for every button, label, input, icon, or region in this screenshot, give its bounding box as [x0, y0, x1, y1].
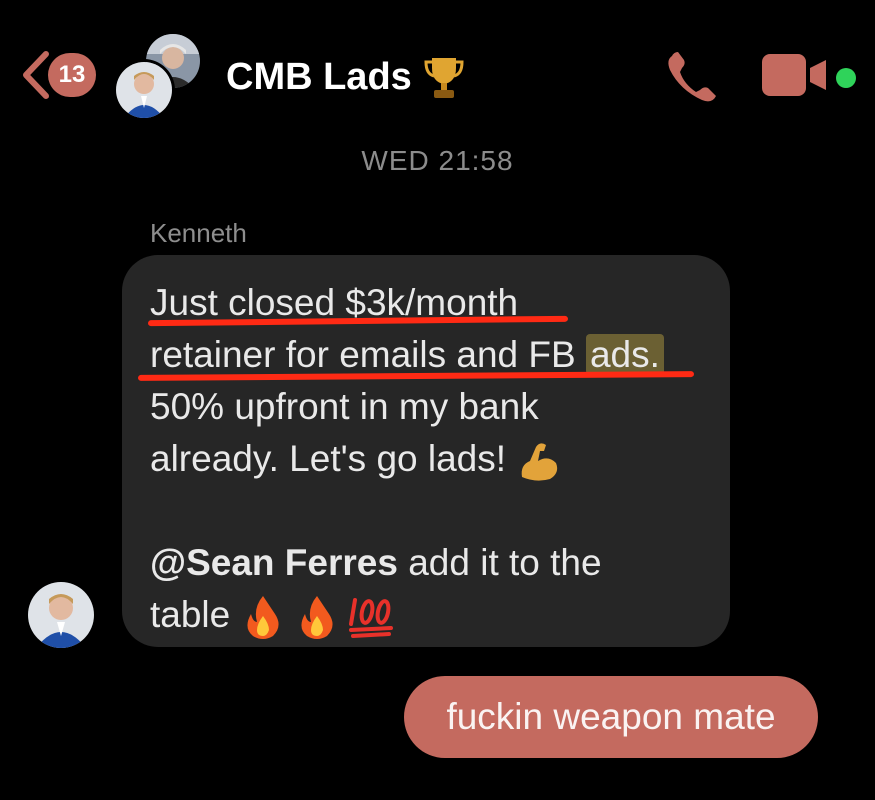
online-status-indicator: [836, 68, 856, 88]
sender-avatar[interactable]: [28, 582, 94, 648]
group-title[interactable]: CMB Lads: [226, 54, 466, 100]
message-line: table: [150, 589, 702, 641]
hundred-points-emoji-icon: [349, 598, 394, 639]
video-camera-icon: [762, 54, 826, 96]
back-chevron-icon: [23, 51, 49, 99]
user-mention[interactable]: @Sean Ferres: [150, 542, 398, 583]
message-timestamp: WED 21:58: [361, 145, 514, 176]
back-button[interactable]: 13: [18, 50, 96, 100]
unread-count-badge: 13: [48, 53, 96, 97]
phone-call-button[interactable]: [662, 50, 722, 111]
message-line: 50% upfront in my bank: [150, 386, 539, 427]
group-name: CMB Lads: [226, 55, 412, 98]
outgoing-message-text: fuckin weapon mate: [446, 696, 776, 737]
outgoing-message-bubble[interactable]: fuckin weapon mate: [404, 676, 818, 758]
message-line: already. Let's go lads!: [150, 433, 702, 485]
incoming-message-bubble[interactable]: Just closed $3k/month retainer for email…: [122, 255, 730, 647]
sender-name: Kenneth: [150, 218, 247, 248]
trophy-emoji-icon: [424, 58, 464, 98]
message-line: @Sean Ferres add it to the: [150, 542, 602, 583]
phone-icon: [668, 52, 716, 102]
fire-emoji-icon: [246, 596, 279, 640]
flexed-biceps-emoji-icon: [521, 443, 558, 481]
video-call-button[interactable]: [760, 52, 830, 103]
highlighted-word: ads.: [585, 334, 664, 375]
group-avatar-front: [116, 62, 172, 118]
fire-emoji-icon: [301, 596, 333, 640]
